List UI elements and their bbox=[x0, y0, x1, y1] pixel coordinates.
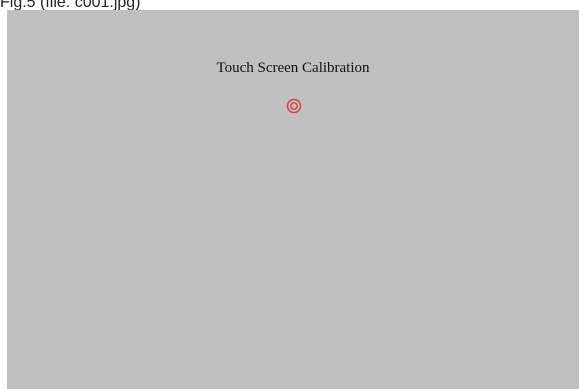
calibration-title: Touch Screen Calibration bbox=[216, 60, 370, 76]
target-circles-icon bbox=[286, 98, 302, 114]
calibration-target-icon[interactable] bbox=[286, 98, 302, 114]
calibration-screen[interactable]: Touch Screen Calibration bbox=[7, 10, 579, 389]
